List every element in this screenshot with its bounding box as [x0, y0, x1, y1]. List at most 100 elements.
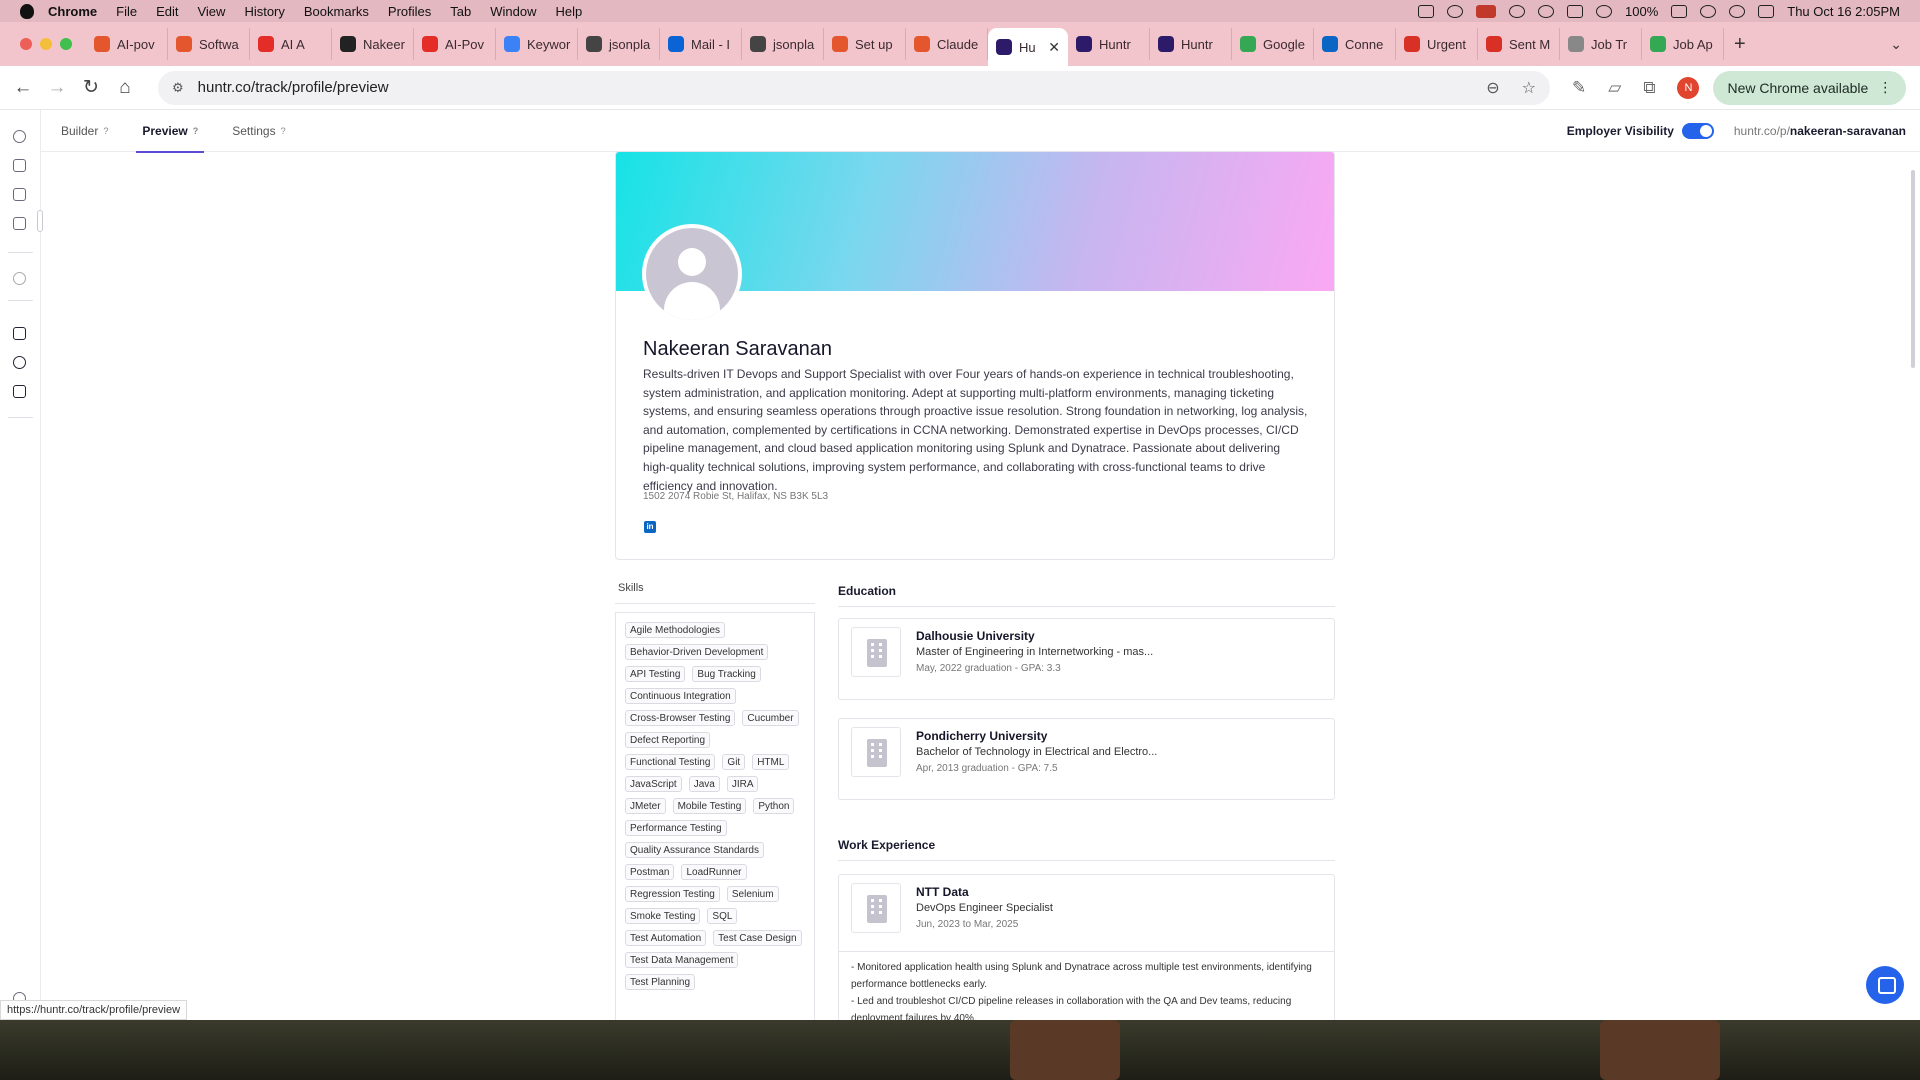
- sidebar-resize-handle[interactable]: [37, 210, 43, 232]
- sidebar-user-icon[interactable]: [13, 272, 26, 285]
- menu-app-name[interactable]: Chrome: [48, 4, 97, 19]
- menu-edit[interactable]: Edit: [156, 4, 178, 19]
- status-notification-icon[interactable]: [1476, 4, 1497, 18]
- tab-title: Softwa: [199, 36, 239, 52]
- apple-menu-icon[interactable]: [20, 3, 34, 19]
- browser-tab[interactable]: Google: [1232, 28, 1314, 60]
- extension-slash-icon[interactable]: ▱: [1608, 78, 1621, 98]
- help-icon[interactable]: ?: [281, 126, 286, 136]
- menu-history[interactable]: History: [244, 4, 284, 19]
- browser-tab[interactable]: Claude: [906, 28, 988, 60]
- battery-icon[interactable]: [1671, 4, 1688, 18]
- address-bar-url[interactable]: huntr.co/track/profile/preview: [198, 79, 389, 96]
- browser-tab[interactable]: Set up: [824, 28, 906, 60]
- menu-view[interactable]: View: [197, 4, 225, 19]
- address-bar[interactable]: ⚙ huntr.co/track/profile/preview ⊖ ☆: [158, 70, 1550, 105]
- skill-chip: Test Case Design: [713, 930, 802, 946]
- browser-tab[interactable]: AI-pov: [86, 28, 168, 60]
- close-tab-icon[interactable]: ✕: [1048, 39, 1060, 56]
- browser-tab[interactable]: AI-Pov: [414, 28, 496, 60]
- skill-chip: Test Automation: [625, 930, 707, 946]
- extension-feather-icon[interactable]: ✎: [1572, 78, 1586, 98]
- tab-title: Claude: [937, 36, 979, 52]
- menu-tab[interactable]: Tab: [450, 4, 471, 19]
- browser-tab[interactable]: Sent M: [1478, 28, 1560, 60]
- now-playing-icon[interactable]: [1596, 4, 1613, 18]
- back-arrow-icon[interactable]: ←: [6, 77, 40, 99]
- skill-chip: API Testing: [625, 666, 686, 682]
- tab-favicon-icon: [1404, 36, 1420, 52]
- sidebar-briefcase-icon[interactable]: [13, 217, 26, 230]
- extensions-puzzle-icon[interactable]: ⧉: [1643, 78, 1655, 98]
- sidebar-document-icon[interactable]: [13, 188, 26, 201]
- browser-tab[interactable]: Urgent: [1396, 28, 1478, 60]
- profile-header-card: Nakeeran Saravanan Results-driven IT Dev…: [615, 151, 1335, 560]
- menu-file[interactable]: File: [116, 4, 137, 19]
- bluetooth-icon[interactable]: [1538, 4, 1555, 18]
- tab-favicon-icon: [668, 36, 684, 52]
- status-sync-icon[interactable]: [1447, 4, 1464, 18]
- zoom-icon[interactable]: ⊖: [1486, 78, 1499, 98]
- browser-tab[interactable]: Huntr: [1150, 28, 1232, 60]
- sidebar-extension-icon[interactable]: [13, 385, 26, 398]
- sidebar-home-icon[interactable]: [13, 130, 26, 143]
- bookmark-star-icon[interactable]: ☆: [1522, 78, 1536, 98]
- menu-help[interactable]: Help: [556, 4, 583, 19]
- browser-tab[interactable]: Nakeer: [332, 28, 414, 60]
- status-tool-icon[interactable]: [1509, 4, 1526, 18]
- menu-profiles[interactable]: Profiles: [388, 4, 431, 19]
- browser-tab[interactable]: Mail - I: [660, 28, 742, 60]
- browser-tab[interactable]: Softwa: [168, 28, 250, 60]
- home-icon[interactable]: ⌂: [108, 77, 142, 99]
- site-info-icon[interactable]: ⚙: [172, 80, 184, 96]
- public-profile-link[interactable]: huntr.co/p/nakeeran-saravanan: [1734, 124, 1906, 138]
- forward-arrow-icon[interactable]: →: [40, 77, 74, 99]
- sidebar-board-icon[interactable]: [13, 159, 26, 172]
- help-icon[interactable]: ?: [103, 126, 108, 136]
- menu-bookmarks[interactable]: Bookmarks: [304, 4, 369, 19]
- tab-preview[interactable]: Preview?: [136, 110, 205, 153]
- sidebar-ai-sparkle-icon[interactable]: [13, 327, 26, 340]
- control-center-icon[interactable]: [1758, 4, 1775, 18]
- zoom-window-button[interactable]: [60, 38, 72, 50]
- tab-title: Urgent: [1427, 36, 1467, 52]
- tab-title: Set up: [855, 36, 893, 52]
- browser-tab[interactable]: AI A: [250, 28, 332, 60]
- spotlight-search-icon[interactable]: [1729, 4, 1746, 18]
- tab-search-chevron-icon[interactable]: ⌄: [1890, 36, 1902, 53]
- browser-tab[interactable]: Keywor: [496, 28, 578, 60]
- linkedin-icon[interactable]: in: [644, 521, 656, 533]
- tab-favicon-icon: [914, 36, 930, 52]
- browser-tab[interactable]: jsonpla: [578, 28, 660, 60]
- page-scrollbar[interactable]: [1911, 170, 1915, 368]
- reload-icon[interactable]: ↻: [74, 76, 108, 99]
- employer-visibility-toggle[interactable]: [1681, 122, 1714, 139]
- menu-window[interactable]: Window: [490, 4, 536, 19]
- browser-tab[interactable]: Job Ap: [1642, 28, 1724, 60]
- browser-tab[interactable]: Conne: [1314, 28, 1396, 60]
- browser-tab[interactable]: Job Tr: [1560, 28, 1642, 60]
- tab-builder[interactable]: Builder?: [55, 110, 114, 152]
- support-chat-button[interactable]: [1866, 966, 1904, 1004]
- menubar-clock[interactable]: Thu Oct 16 2:05PM: [1787, 4, 1900, 19]
- tab-favicon-icon: [422, 36, 438, 52]
- close-window-button[interactable]: [20, 38, 32, 50]
- sidebar-magic-icon[interactable]: [13, 356, 26, 369]
- browser-tab[interactable]: jsonpla: [742, 28, 824, 60]
- minimize-window-button[interactable]: [40, 38, 52, 50]
- kebab-menu-icon[interactable]: ⋮: [1878, 79, 1892, 96]
- tab-settings[interactable]: Settings?: [226, 110, 291, 152]
- browser-tab-active[interactable]: Hu ✕: [988, 28, 1068, 66]
- tab-title: Job Ap: [1673, 36, 1713, 52]
- browser-tab[interactable]: Huntr: [1068, 28, 1150, 60]
- macos-menu-bar: Chrome File Edit View History Bookmarks …: [0, 0, 1920, 22]
- new-tab-button[interactable]: +: [1734, 33, 1746, 56]
- chrome-update-button[interactable]: New Chrome available ⋮: [1713, 70, 1907, 105]
- profile-avatar[interactable]: N: [1677, 76, 1700, 99]
- wallpaper-tree: [1600, 1020, 1720, 1080]
- wifi-icon[interactable]: [1700, 4, 1717, 18]
- status-app-icon[interactable]: [1418, 4, 1435, 18]
- help-icon[interactable]: ?: [193, 126, 199, 136]
- skill-chip: Defect Reporting: [625, 732, 711, 748]
- screen-mirror-icon[interactable]: [1567, 4, 1584, 18]
